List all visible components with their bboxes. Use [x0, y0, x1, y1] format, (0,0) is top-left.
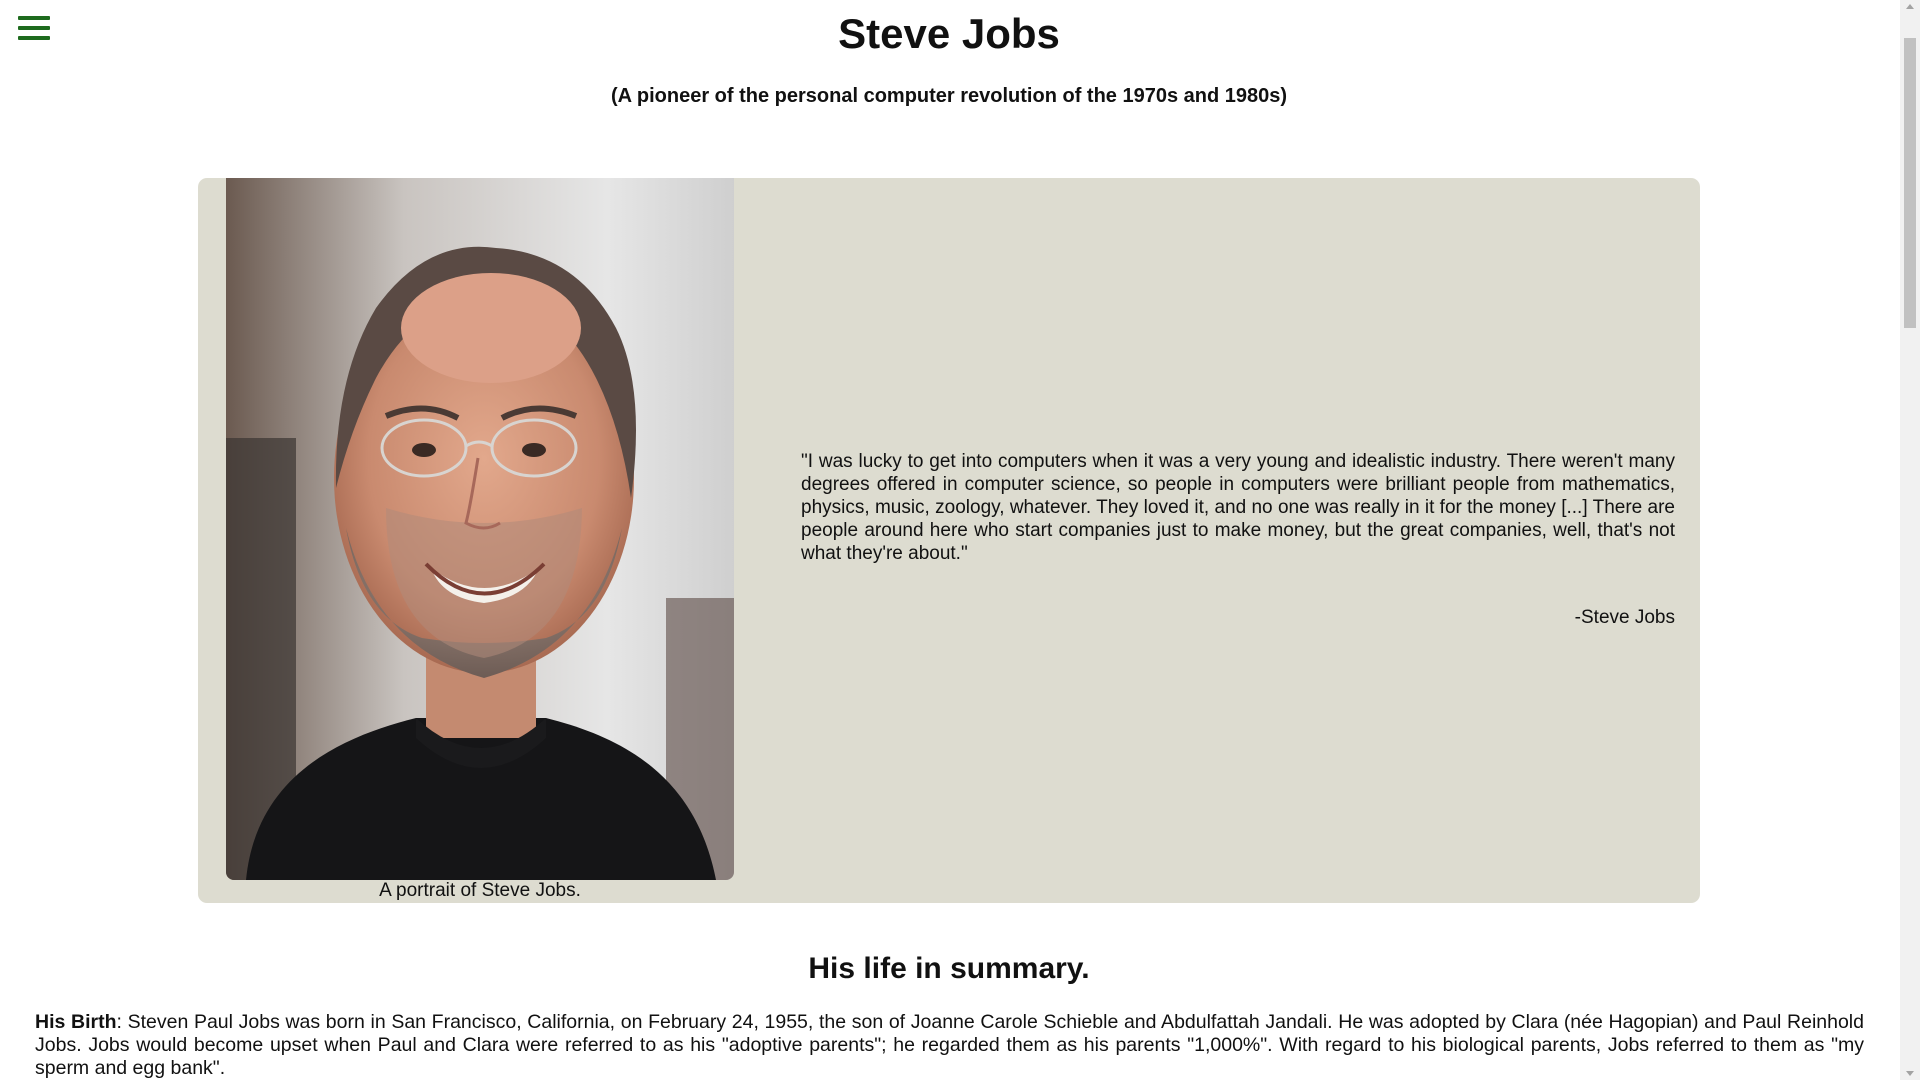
birth-paragraph: His Birth: Steven Paul Jobs was born in …	[35, 1011, 1864, 1080]
birth-text: : Steven Paul Jobs was born in San Franc…	[35, 1011, 1864, 1079]
tribute-page: Steve Jobs (A pioneer of the personal co…	[0, 0, 1920, 1080]
birth-label: His Birth	[35, 1011, 117, 1033]
scroll-down-arrow-icon[interactable]	[1906, 1071, 1914, 1076]
quote-author: -Steve Jobs	[1574, 607, 1675, 628]
page-subtitle: (A pioneer of the personal computer revo…	[610, 85, 1288, 107]
quote-text: "I was lucky to get into computers when …	[801, 451, 1675, 564]
hero-panel: A portrait of Steve Jobs. "I was lucky t…	[198, 178, 1700, 903]
vertical-scrollbar[interactable]	[1900, 0, 1920, 1080]
page-title: Steve Jobs	[838, 10, 1060, 57]
portrait-caption: A portrait of Steve Jobs.	[379, 880, 581, 901]
portrait-image	[226, 178, 734, 880]
scroll-up-arrow-icon[interactable]	[1906, 4, 1914, 9]
scrollbar-thumb[interactable]	[1904, 38, 1916, 328]
summary-heading: His life in summary.	[808, 952, 1090, 985]
